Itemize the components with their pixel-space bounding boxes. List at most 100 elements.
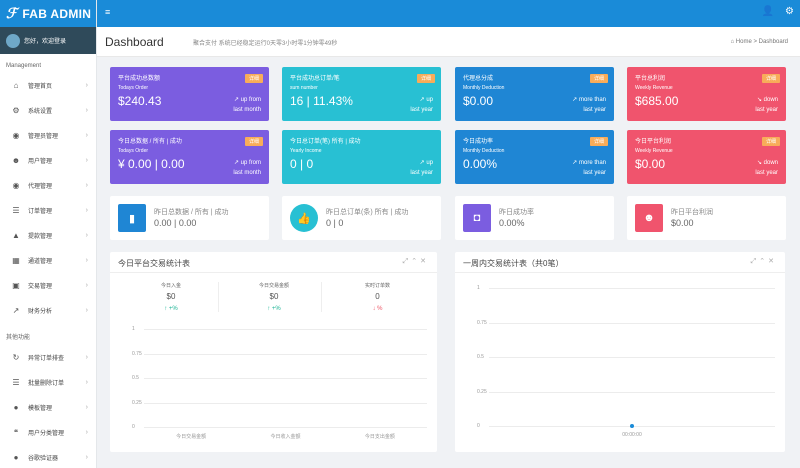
x-tick-label: 今日交易金额: [176, 434, 207, 440]
y-tick-label: 0.25: [132, 399, 142, 406]
card-title: 代理总分成: [463, 76, 494, 82]
summary-value: 0 | 0: [326, 218, 344, 228]
grid-line: [144, 402, 427, 404]
stat-value: $0: [166, 292, 176, 301]
expand-icon[interactable]: ⤢: [751, 258, 760, 265]
chevron-right-icon: ›: [85, 82, 88, 89]
trend-text: up from: [240, 97, 261, 103]
trend-text: down: [763, 97, 778, 103]
sidebar-item[interactable]: ◉ 代理管理 ›: [0, 173, 96, 198]
summary-title: 昨日成功率: [499, 209, 534, 216]
detail-badge[interactable]: 详细: [589, 74, 608, 83]
sidebar-item[interactable]: ☰ 批量删除订单 ›: [0, 370, 96, 395]
detail-badge[interactable]: 详细: [761, 74, 780, 83]
sidebar-item-label: 交易管理: [28, 284, 53, 290]
close-icon[interactable]: ✕: [420, 258, 429, 265]
brand[interactable]: ℱ FAB ADMIN: [0, 0, 96, 27]
stat-percent: +%: [168, 306, 178, 312]
sidebar-item-label: 管理员管理: [28, 134, 59, 140]
stat-card: 今日成功率 详细 Monthly Deduction 0.00% ↗ more than…: [455, 130, 614, 184]
chevron-right-icon: ›: [85, 257, 88, 264]
arrow-up-icon: ↑: [164, 306, 168, 312]
detail-badge[interactable]: 详细: [244, 74, 263, 83]
trend-arrow-icon: ↗: [419, 97, 425, 103]
trend-period: last month: [233, 106, 261, 113]
collapse-icon[interactable]: ⌃: [759, 258, 768, 265]
sidebar-item[interactable]: ❝ 用户分类管理 ›: [0, 420, 96, 445]
list-icon: ☰: [12, 206, 20, 215]
home-icon: ⌂: [730, 39, 735, 45]
line-chart-icon: ↗: [12, 306, 20, 315]
sidebar-item[interactable]: ● 谷歌验证器 ›: [0, 445, 96, 468]
sidebar-item[interactable]: ⚙ 系统设置 ›: [0, 98, 96, 123]
summary-value: 0.00 | 0.00: [154, 218, 197, 228]
sidebar-item-label: 提款管理: [28, 234, 53, 240]
sidebar-item[interactable]: ↗ 财务分析 ›: [0, 298, 96, 323]
brand-logo-icon: ℱ: [6, 5, 18, 22]
breadcrumb-home[interactable]: Home: [736, 39, 752, 45]
chevron-right-icon: ›: [85, 207, 88, 214]
user-greeting: 您好，欢迎登录: [24, 39, 67, 45]
sidebar-item-label: 用户分类管理: [28, 431, 65, 437]
chevron-right-icon: ›: [85, 307, 88, 314]
chevron-right-icon: ›: [85, 107, 88, 114]
sidebar-item-label: 异常订单排查: [28, 356, 65, 362]
sidebar-section-management: Management: [6, 63, 42, 69]
trend-text: down: [763, 160, 778, 166]
trend-arrow-icon: ↘: [756, 97, 762, 103]
card-subtitle: Weekly Revenue: [635, 148, 673, 154]
stat-percent: +%: [271, 306, 281, 312]
sidebar-item-label: 模板管理: [28, 406, 53, 412]
user-circle-icon: ◉: [12, 131, 20, 140]
close-icon[interactable]: ✕: [768, 258, 777, 265]
y-tick-label: 1: [132, 326, 135, 332]
menu-toggle-icon[interactable]: ≡: [105, 7, 110, 17]
summary-card: ◘ 昨日成功率 0.00%: [455, 196, 614, 240]
card-title: 今日成功率: [463, 139, 494, 145]
user-icon[interactable]: 👤: [762, 6, 774, 17]
card-title: 平台成功总订单/笔: [290, 76, 340, 82]
trend-text: more than: [578, 160, 606, 166]
detail-badge[interactable]: 详细: [416, 74, 435, 83]
money-bag-icon: ▲: [12, 231, 20, 240]
thumbs-up-icon: 👍: [290, 204, 318, 232]
sidebar-item[interactable]: ● 模板管理 ›: [0, 395, 96, 420]
y-tick-label: 1: [477, 285, 480, 291]
sidebar-item[interactable]: ▦ 通道管理 ›: [0, 248, 96, 273]
detail-badge[interactable]: 详细: [589, 137, 608, 146]
sidebar-item[interactable]: ⌂ 管理首页 ›: [0, 73, 96, 98]
grid-line: [489, 322, 775, 324]
shopping-bag-icon: ◘: [463, 204, 491, 232]
uptime-text: 聚合支付 系统已经稳定运行0天零3小时零1分钟零49秒: [193, 41, 338, 47]
detail-badge[interactable]: 详细: [244, 137, 263, 146]
summary-value: 0.00%: [499, 218, 525, 228]
gear-icon[interactable]: ⚙: [785, 6, 794, 17]
stat-change: ↓ %: [330, 306, 425, 312]
sidebar-item[interactable]: ↻ 异常订单排查 ›: [0, 345, 96, 370]
card-subtitle: Weekly Revenue: [635, 85, 673, 91]
chevron-right-icon: ›: [85, 282, 88, 289]
apple-icon: ●: [13, 403, 19, 412]
sidebar-item[interactable]: ◉ 管理员管理 ›: [0, 123, 96, 148]
sidebar-item[interactable]: ☻ 用户管理 ›: [0, 148, 96, 173]
expand-icon[interactable]: ⤢: [403, 258, 412, 265]
sidebar-item[interactable]: ☰ 订单管理 ›: [0, 198, 96, 223]
sidebar-item[interactable]: ▲ 提款管理 ›: [0, 223, 96, 248]
arrow-up-icon: ↑: [267, 306, 271, 312]
data-point[interactable]: [630, 424, 634, 428]
sidebar-item-label: 代理管理: [28, 184, 53, 190]
detail-badge[interactable]: 详细: [761, 137, 780, 146]
user-panel[interactable]: 您好，欢迎登录: [0, 27, 96, 54]
avatar: [6, 33, 20, 48]
bank-icon: ▦: [12, 256, 20, 265]
stat-item: 实时订单数 0 ↓ %: [330, 282, 425, 312]
collapse-icon[interactable]: ⌃: [411, 258, 420, 265]
breadcrumb: ⌂ Home > Dashboard: [730, 39, 788, 45]
card-title: 今日总数据 / 所有 | 成功: [118, 139, 182, 145]
gears-icon: ⚙: [12, 106, 20, 115]
sidebar-item[interactable]: ▣ 交易管理 ›: [0, 273, 96, 298]
stat-value: $0: [269, 292, 279, 301]
stat-item: 今日交易金额 $0 ↑ +%: [227, 282, 322, 312]
users-icon: ☻: [11, 156, 21, 165]
lock-icon: ●: [13, 453, 19, 462]
